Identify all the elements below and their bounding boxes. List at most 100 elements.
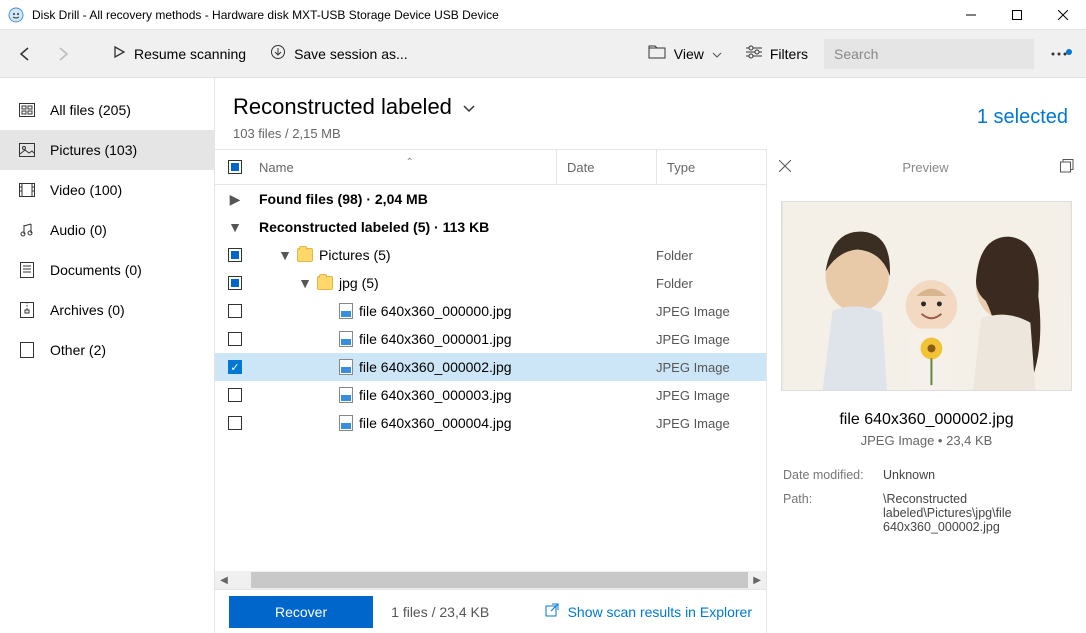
folder-icon (317, 276, 333, 290)
sidebar-item-video[interactable]: Video (100) (0, 170, 214, 210)
row-type: JPEG Image (656, 304, 766, 319)
file-row[interactable]: file 640x360_000004.jpg JPEG Image (215, 409, 766, 437)
sidebar-item-label: Archives (0) (50, 302, 125, 318)
sidebar-item-other[interactable]: Other (2) (0, 330, 214, 370)
content-area: Reconstructed labeled 103 files / 2,15 M… (215, 78, 1086, 633)
preview-title: Preview (791, 160, 1060, 175)
file-name: file 640x360_000000.jpg (359, 303, 512, 319)
preview-filename: file 640x360_000002.jpg (767, 411, 1086, 429)
row-checkbox[interactable] (228, 304, 242, 318)
close-preview-button[interactable] (779, 160, 791, 175)
file-row[interactable]: file 640x360_000001.jpg JPEG Image (215, 325, 766, 353)
search-input[interactable] (824, 39, 1034, 69)
path-label: Path: (783, 492, 883, 534)
file-row[interactable]: file 640x360_000002.jpg JPEG Image (215, 353, 766, 381)
recover-button[interactable]: Recover (229, 596, 373, 628)
sidebar-item-label: Audio (0) (50, 222, 107, 238)
minimize-button[interactable] (948, 0, 994, 30)
select-all-checkbox[interactable] (228, 160, 242, 174)
group-row[interactable]: ▶ Found files (98) · 2,04 MB (215, 185, 766, 213)
maximize-button[interactable] (994, 0, 1040, 30)
all-files-icon (18, 103, 36, 117)
audio-icon (18, 222, 36, 238)
preview-image (781, 201, 1072, 391)
sidebar-item-label: All files (205) (50, 102, 131, 118)
row-type: JPEG Image (656, 360, 766, 375)
row-checkbox[interactable] (228, 248, 242, 262)
group-label: Found files (98) · 2,04 MB (259, 191, 428, 207)
preview-panel: Preview (766, 149, 1086, 633)
collapse-icon[interactable]: ▼ (279, 247, 291, 263)
row-checkbox[interactable] (228, 388, 242, 402)
group-row[interactable]: ▼ Reconstructed labeled (5) · 113 KB (215, 213, 766, 241)
app-icon (8, 7, 24, 23)
collapse-icon[interactable]: ▼ (299, 275, 311, 291)
column-date[interactable]: Date (556, 150, 656, 184)
video-icon (18, 183, 36, 197)
scroll-left-icon[interactable]: ◀ (215, 575, 233, 586)
filters-label: Filters (770, 46, 808, 62)
file-row[interactable]: file 640x360_000000.jpg JPEG Image (215, 297, 766, 325)
preview-details: Date modified: Unknown Path: \Reconstruc… (767, 448, 1086, 564)
sidebar-item-label: Pictures (103) (50, 142, 137, 158)
resume-scanning-button[interactable]: Resume scanning (104, 39, 254, 68)
page-title-dropdown[interactable]: Reconstructed labeled (233, 94, 977, 120)
column-name[interactable]: Name⌃ (255, 160, 556, 175)
file-row[interactable]: file 640x360_000003.jpg JPEG Image (215, 381, 766, 409)
download-icon (270, 44, 286, 63)
resume-label: Resume scanning (134, 46, 246, 62)
selection-info: 1 files / 23,4 KB (391, 604, 489, 620)
row-type: JPEG Image (656, 332, 766, 347)
view-button[interactable]: View (640, 39, 730, 68)
image-file-icon (339, 387, 353, 403)
sort-indicator: ⌃ (406, 157, 414, 168)
sidebar-item-audio[interactable]: Audio (0) (0, 210, 214, 250)
sidebar: All files (205) Pictures (103) Video (10… (0, 78, 215, 633)
filters-button[interactable]: Filters (738, 39, 816, 68)
show-in-explorer-link[interactable]: Show scan results in Explorer (544, 602, 752, 621)
scrollbar-thumb[interactable] (251, 572, 748, 588)
close-button[interactable] (1040, 0, 1086, 30)
preview-meta: JPEG Image • 23,4 KB (767, 433, 1086, 448)
file-name: file 640x360_000001.jpg (359, 331, 512, 347)
sidebar-item-all-files[interactable]: All files (205) (0, 90, 214, 130)
date-modified-value: Unknown (883, 468, 1070, 482)
row-checkbox[interactable] (228, 360, 242, 374)
horizontal-scrollbar[interactable]: ◀ ▶ (215, 571, 766, 589)
toolbar: Resume scanning Save session as... View … (0, 30, 1086, 78)
forward-button[interactable] (48, 39, 78, 69)
content-header: Reconstructed labeled 103 files / 2,15 M… (215, 78, 1086, 149)
save-session-button[interactable]: Save session as... (262, 38, 416, 69)
row-type: JPEG Image (656, 416, 766, 431)
popout-button[interactable] (1060, 159, 1074, 176)
row-checkbox[interactable] (228, 332, 242, 346)
sidebar-item-archives[interactable]: Archives (0) (0, 290, 214, 330)
collapse-icon[interactable]: ▼ (229, 219, 241, 235)
expand-icon[interactable]: ▶ (229, 191, 241, 208)
folder-icon (648, 45, 666, 62)
image-file-icon (339, 331, 353, 347)
back-button[interactable] (10, 39, 40, 69)
title-bar: Disk Drill - All recovery methods - Hard… (0, 0, 1086, 30)
more-button[interactable] (1042, 45, 1076, 63)
row-type: Folder (656, 248, 766, 263)
file-name: file 640x360_000004.jpg (359, 415, 512, 431)
image-file-icon (339, 415, 353, 431)
date-modified-label: Date modified: (783, 468, 883, 482)
path-value: \Reconstructed labeled\Pictures\jpg\file… (883, 492, 1070, 534)
folder-row[interactable]: ▼jpg (5) Folder (215, 269, 766, 297)
folder-name: Pictures (5) (319, 247, 391, 263)
row-checkbox[interactable] (228, 276, 242, 290)
archives-icon (18, 302, 36, 318)
selection-count: 1 selected (977, 106, 1068, 129)
folder-row[interactable]: ▼ Pictures (5) Folder (215, 241, 766, 269)
column-type[interactable]: Type (656, 150, 766, 184)
sidebar-item-label: Other (2) (50, 342, 106, 358)
sidebar-item-pictures[interactable]: Pictures (103) (0, 130, 214, 170)
row-checkbox[interactable] (228, 416, 242, 430)
sidebar-item-documents[interactable]: Documents (0) (0, 250, 214, 290)
image-file-icon (339, 359, 353, 375)
scroll-right-icon[interactable]: ▶ (748, 575, 766, 586)
bottom-bar: Recover 1 files / 23,4 KB Show scan resu… (215, 589, 766, 633)
chevron-down-icon (712, 46, 722, 62)
